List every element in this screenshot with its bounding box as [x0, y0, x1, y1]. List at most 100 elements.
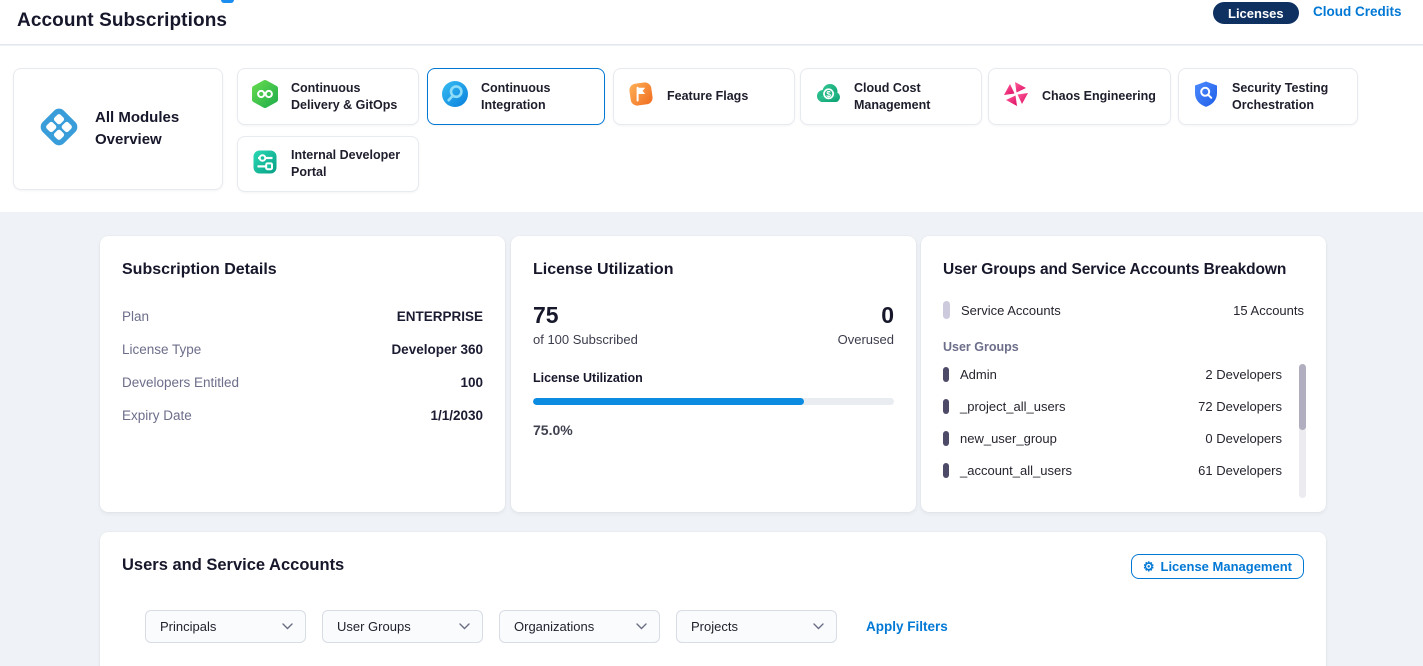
service-accounts-label: Service Accounts — [961, 303, 1061, 318]
dropdown-label: Principals — [160, 619, 216, 634]
subscription-details-rows: Plan ENTERPRISE License Type Developer 3… — [122, 300, 483, 432]
detail-row-plan: Plan ENTERPRISE — [122, 300, 483, 333]
continuous-integration-icon — [440, 79, 470, 114]
used-block: 75 of 100 Subscribed — [533, 303, 638, 347]
user-groups-section-label: User Groups — [943, 340, 1304, 354]
all-modules-overview-card[interactable]: All Modules Overview — [13, 68, 223, 190]
module-label: Continuous Integration — [481, 80, 592, 114]
feature-flags-icon — [626, 79, 656, 114]
subscription-details-title: Subscription Details — [122, 261, 483, 279]
module-card-security-testing[interactable]: Security Testing Orchestration — [1178, 68, 1358, 125]
module-card-internal-developer-portal[interactable]: Internal Developer Portal — [237, 136, 419, 192]
user-group-value: 72 Developers — [1198, 399, 1282, 414]
clipped-breadcrumb-fragment — [221, 0, 234, 3]
organizations-filter-dropdown[interactable]: Organizations — [499, 610, 660, 643]
detail-value: Developer 360 — [391, 342, 483, 357]
license-utilization-card: License Utilization 75 of 100 Subscribed… — [511, 236, 916, 512]
detail-row-license-type: License Type Developer 360 — [122, 333, 483, 366]
user-group-marker-icon — [943, 463, 949, 478]
overused-caption: Overused — [838, 332, 894, 347]
user-group-name: _account_all_users — [960, 463, 1072, 478]
detail-value: ENTERPRISE — [397, 309, 483, 324]
detail-value: 1/1/2030 — [430, 408, 483, 423]
module-card-continuous-delivery[interactable]: Continuous Delivery & GitOps — [237, 68, 419, 125]
cloud-cost-management-icon: $ — [813, 79, 843, 114]
user-group-row: _account_all_users 61 Developers — [943, 454, 1282, 486]
license-management-label: License Management — [1161, 559, 1293, 574]
module-label: Internal Developer Portal — [291, 147, 406, 181]
license-management-button[interactable]: ⚙ License Management — [1131, 554, 1304, 579]
user-group-value: 2 Developers — [1205, 367, 1282, 382]
gear-icon: ⚙ — [1143, 560, 1155, 573]
module-selector-bar: All Modules Overview Continuous Delivery… — [0, 46, 1423, 212]
user-group-name: new_user_group — [960, 431, 1057, 446]
user-groups-list: Admin 2 Developers _project_all_users 72… — [943, 358, 1304, 486]
detail-row-expiry-date: Expiry Date 1/1/2030 — [122, 399, 483, 432]
projects-filter-dropdown[interactable]: Projects — [676, 610, 837, 643]
dropdown-label: Projects — [691, 619, 738, 634]
cloud-credits-tab[interactable]: Cloud Credits — [1313, 4, 1402, 19]
account-subscriptions-page: Account Subscriptions Licenses Cloud Cre… — [0, 0, 1423, 666]
users-section-title: Users and Service Accounts — [122, 556, 1304, 575]
used-caption: of 100 Subscribed — [533, 332, 638, 347]
used-count: 75 — [533, 303, 638, 328]
apply-filters-link[interactable]: Apply Filters — [866, 619, 948, 634]
service-accounts-row: Service Accounts 15 Accounts — [943, 301, 1304, 319]
module-label: Chaos Engineering — [1042, 88, 1156, 105]
chevron-down-icon — [282, 623, 293, 630]
chevron-down-icon — [459, 623, 470, 630]
detail-label: Developers Entitled — [122, 375, 239, 390]
detail-row-developers-entitled: Developers Entitled 100 — [122, 366, 483, 399]
scrollbar-thumb[interactable] — [1299, 364, 1306, 430]
utilization-percent: 75.0% — [533, 422, 894, 438]
module-card-chaos-engineering[interactable]: Chaos Engineering — [988, 68, 1171, 125]
user-group-marker-icon — [943, 399, 949, 414]
page-title: Account Subscriptions — [17, 10, 227, 32]
chevron-down-icon — [636, 623, 647, 630]
module-card-feature-flags[interactable]: Feature Flags — [613, 68, 795, 125]
license-utilization-title: License Utilization — [533, 261, 894, 279]
utilization-bar-track — [533, 398, 894, 405]
users-and-service-accounts-card: Users and Service Accounts ⚙ License Man… — [100, 532, 1326, 666]
principals-filter-dropdown[interactable]: Principals — [145, 610, 306, 643]
subscription-details-card: Subscription Details Plan ENTERPRISE Lic… — [100, 236, 505, 512]
module-label: Security Testing Orchestration — [1232, 80, 1345, 114]
continuous-delivery-icon — [250, 79, 280, 114]
svg-text:$: $ — [826, 89, 831, 99]
detail-value: 100 — [460, 375, 483, 390]
module-card-continuous-integration[interactable]: Continuous Integration — [427, 68, 605, 125]
module-label: Cloud Cost Management — [854, 80, 969, 114]
dropdown-label: User Groups — [337, 619, 411, 634]
module-label: Feature Flags — [667, 88, 748, 105]
user-group-row: new_user_group 0 Developers — [943, 422, 1282, 454]
module-label: Continuous Delivery & GitOps — [291, 80, 406, 114]
module-card-cloud-cost-management[interactable]: $ Cloud Cost Management — [800, 68, 982, 125]
breakdown-title: User Groups and Service Accounts Breakdo… — [943, 261, 1304, 279]
dropdown-label: Organizations — [514, 619, 594, 634]
user-group-row: Admin 2 Developers — [943, 358, 1282, 390]
user-group-marker-icon — [943, 367, 949, 382]
user-group-marker-icon — [943, 431, 949, 446]
user-group-value: 0 Developers — [1205, 431, 1282, 446]
user-groups-filter-dropdown[interactable]: User Groups — [322, 610, 483, 643]
service-accounts-marker-icon — [943, 301, 950, 319]
service-accounts-value: 15 Accounts — [1233, 303, 1304, 318]
utilization-bar-label: License Utilization — [533, 371, 894, 385]
detail-label: Plan — [122, 309, 149, 324]
overused-count: 0 — [838, 303, 894, 328]
user-group-name: _project_all_users — [960, 399, 1066, 414]
chevron-down-icon — [813, 623, 824, 630]
user-group-value: 61 Developers — [1198, 463, 1282, 478]
utilization-bar-fill — [533, 398, 804, 405]
utilization-numbers: 75 of 100 Subscribed 0 Overused — [533, 303, 894, 347]
page-header: Account Subscriptions Licenses Cloud Cre… — [0, 0, 1423, 45]
licenses-tab[interactable]: Licenses — [1213, 2, 1299, 24]
detail-label: Expiry Date — [122, 408, 192, 423]
scrollbar-track — [1299, 364, 1306, 498]
filters-row: Principals User Groups Organizations Pro… — [145, 610, 948, 643]
all-modules-icon — [36, 104, 82, 155]
detail-label: License Type — [122, 342, 201, 357]
chaos-engineering-icon — [1001, 79, 1031, 114]
breakdown-card: User Groups and Service Accounts Breakdo… — [921, 236, 1326, 512]
all-modules-overview-label: All Modules Overview — [95, 107, 187, 151]
